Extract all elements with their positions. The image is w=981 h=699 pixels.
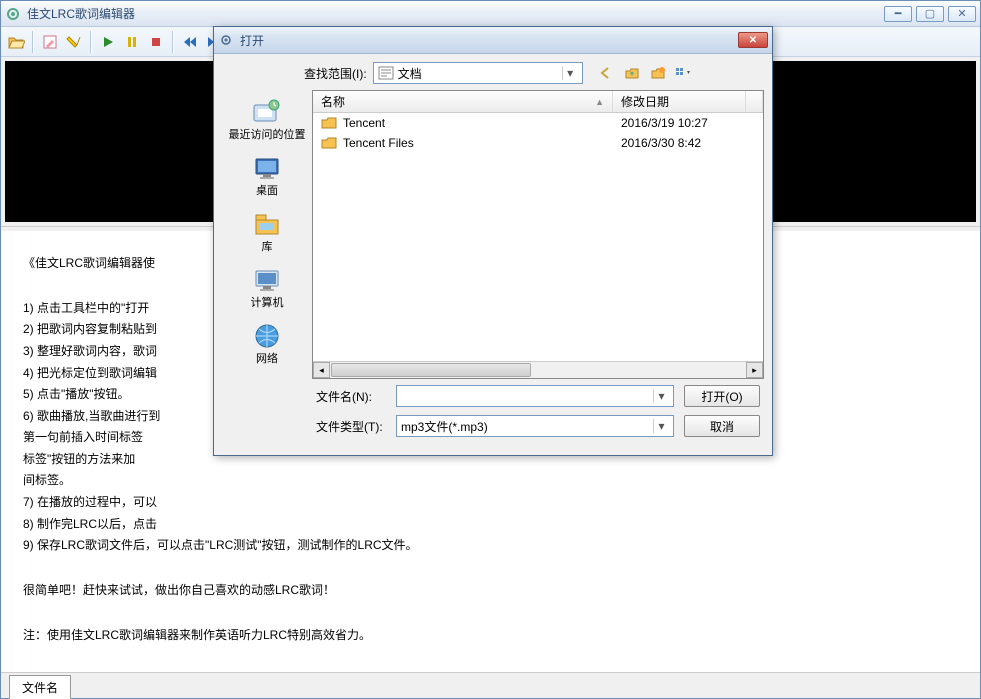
app-icon — [5, 6, 21, 22]
open-button[interactable]: 打开(O) — [684, 385, 760, 407]
col-modified[interactable]: 修改日期 — [613, 91, 746, 112]
file-list-header: 名称 ▲ 修改日期 — [313, 91, 763, 113]
open-file-button[interactable] — [5, 31, 27, 53]
main-titlebar: 佳文LRC歌词编辑器 ━ ▢ ✕ — [1, 1, 980, 27]
place-recent[interactable]: 最近访问的位置 — [227, 92, 307, 146]
list-item[interactable]: Tencent 2016/3/19 10:27 — [313, 113, 763, 133]
tag-button[interactable] — [63, 31, 85, 53]
dialog-close-button[interactable]: ✕ — [738, 32, 768, 48]
horizontal-scrollbar[interactable]: ◂ ▸ — [313, 361, 763, 378]
up-button[interactable] — [621, 63, 643, 83]
place-libraries[interactable]: 库 — [227, 204, 307, 258]
place-desktop[interactable]: 桌面 — [227, 148, 307, 202]
stop-button[interactable] — [145, 31, 167, 53]
prev-button[interactable] — [179, 31, 201, 53]
window-title: 佳文LRC歌词编辑器 — [27, 5, 884, 22]
file-list: 名称 ▲ 修改日期 Tencent 2016/ — [312, 90, 764, 379]
close-button[interactable]: ✕ — [948, 6, 976, 22]
maximize-button[interactable]: ▢ — [916, 6, 944, 22]
statusbar: 文件名 — [1, 672, 980, 698]
places-bar: 最近访问的位置 桌面 库 计算机 网络 — [222, 90, 312, 379]
dialog-icon — [218, 32, 234, 48]
place-network[interactable]: 网络 — [227, 316, 307, 370]
filename-label: 文件名(N): — [316, 388, 386, 405]
col-name[interactable]: 名称 ▲ — [313, 91, 613, 112]
cancel-button[interactable]: 取消 — [684, 415, 760, 437]
filetype-label: 文件类型(T): — [316, 418, 386, 435]
edit-button[interactable] — [39, 31, 61, 53]
chevron-down-icon: ▾ — [653, 389, 669, 403]
minimize-button[interactable]: ━ — [884, 6, 912, 22]
list-item[interactable]: Tencent Files 2016/3/30 8:42 — [313, 133, 763, 153]
dialog-title: 打开 — [240, 32, 738, 49]
col-more[interactable] — [746, 91, 763, 112]
lookin-label: 查找范围(I): — [304, 65, 367, 82]
scroll-right-button[interactable]: ▸ — [746, 362, 763, 378]
scroll-left-button[interactable]: ◂ — [313, 362, 330, 378]
filetype-combo[interactable]: mp3文件(*.mp3) ▾ — [396, 415, 674, 437]
chevron-down-icon: ▾ — [653, 419, 669, 433]
sort-asc-icon: ▲ — [595, 97, 604, 107]
new-folder-button[interactable] — [647, 63, 669, 83]
dialog-titlebar: 打开 ✕ — [214, 27, 772, 54]
lookin-value: 文档 — [398, 65, 562, 82]
open-dialog: 打开 ✕ 查找范围(I): 文档 ▾ 最近访问的位置 — [213, 26, 773, 456]
filename-input[interactable]: ▾ — [396, 385, 674, 407]
place-computer[interactable]: 计算机 — [227, 260, 307, 314]
back-button[interactable] — [595, 63, 617, 83]
status-tab-filename[interactable]: 文件名 — [9, 675, 71, 699]
play-button[interactable] — [97, 31, 119, 53]
scrollbar-thumb[interactable] — [331, 363, 531, 377]
view-menu-button[interactable] — [673, 63, 695, 83]
chevron-down-icon: ▾ — [562, 66, 578, 80]
lookin-combo[interactable]: 文档 ▾ — [373, 62, 583, 84]
pause-button[interactable] — [121, 31, 143, 53]
